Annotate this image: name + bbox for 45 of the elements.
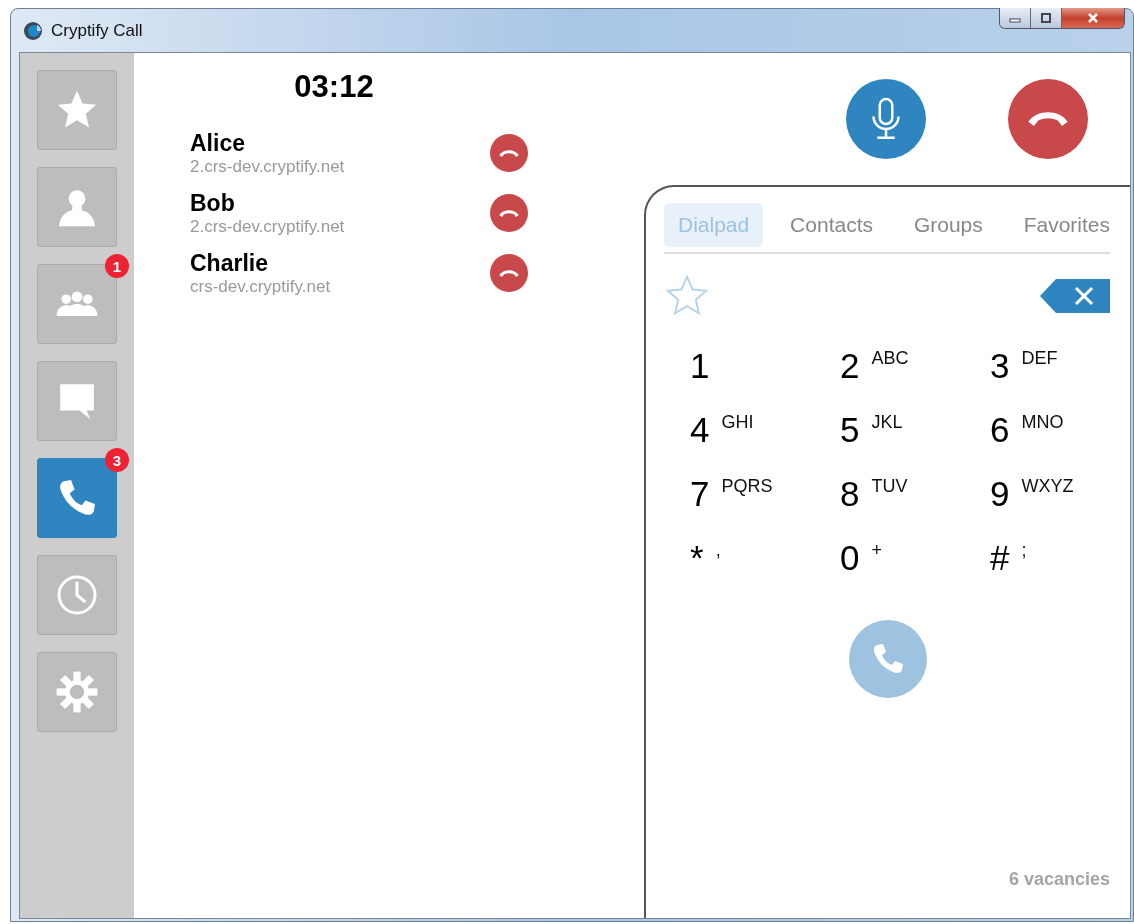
dial-key[interactable]: 6 MNO (990, 410, 1120, 474)
tab[interactable]: Contacts (776, 203, 887, 247)
notification-badge: 1 (105, 254, 129, 278)
hang-up-icon (499, 269, 519, 277)
backspace-button[interactable] (1040, 279, 1110, 313)
close-button[interactable] (1062, 8, 1124, 28)
notification-badge: 3 (105, 448, 129, 472)
app-logo-icon (23, 20, 43, 41)
maximize-icon (1038, 13, 1054, 23)
hang-up-icon (499, 149, 519, 157)
sidebar-button[interactable] (37, 167, 117, 247)
participant-name: Charlie (190, 249, 269, 277)
dial-key[interactable]: 3 DEF (990, 346, 1120, 410)
hang-up-icon (499, 209, 519, 217)
close-icon (1085, 13, 1101, 23)
hang-up-button[interactable] (490, 134, 528, 172)
participant-host: crs-dev.cryptify.net (190, 276, 332, 297)
tab[interactable]: Favorites (1009, 203, 1110, 247)
dial-key[interactable]: 9 WXYZ (990, 474, 1120, 538)
sidebar-button[interactable] (37, 70, 117, 150)
dial-key[interactable]: 2 ABC (840, 346, 990, 410)
sidebar-button[interactable] (37, 361, 117, 441)
maximize-button[interactable] (1031, 8, 1062, 28)
participant-host: 2.crs-dev.cryptify.net (190, 216, 346, 237)
dial-key[interactable]: 5 JKL (840, 410, 990, 474)
participant-name: Alice (190, 129, 246, 157)
hang-up-button[interactable] (490, 194, 528, 232)
dial-key[interactable]: 1 (690, 346, 840, 410)
call-timer: 03:12 (293, 68, 375, 105)
window-title: Cryptify Call (51, 20, 143, 41)
dial-key[interactable]: # ; (990, 538, 1120, 602)
participant-host: 2.crs-dev.cryptify.net (190, 156, 346, 177)
dial-key[interactable]: 8 TUV (840, 474, 990, 538)
participant-name: Bob (190, 189, 236, 217)
dial-key[interactable]: * , (690, 538, 840, 602)
hang-up-icon (1028, 112, 1068, 126)
hang-up-button[interactable] (490, 254, 528, 292)
dial-key[interactable]: 4 GHI (690, 410, 840, 474)
minimize-button[interactable] (1000, 8, 1031, 28)
dial-key[interactable]: 7 PQRS (690, 474, 840, 538)
sidebar-button[interactable] (37, 555, 117, 635)
tab[interactable]: Groups (899, 203, 997, 247)
dial-key[interactable]: 0 + (840, 538, 990, 602)
sidebar-button[interactable] (37, 652, 117, 732)
vacancies-label: 6 vacancies (1008, 869, 1110, 891)
